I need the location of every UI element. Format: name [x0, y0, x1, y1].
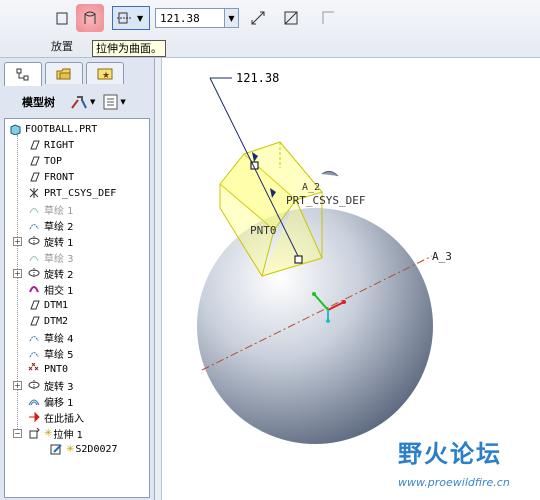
revolve-icon	[27, 266, 41, 280]
tree-item-s2d0027[interactable]: ✳ S2D0027	[49, 441, 149, 457]
tree-item-offset-1[interactable]: 偏移 1	[27, 393, 149, 409]
insert-arrow-icon	[27, 410, 41, 424]
datum-plane-icon	[27, 138, 41, 152]
axis-a3-label: A_3	[432, 250, 452, 263]
tree-item-sketch-4[interactable]: 草绘 4	[27, 329, 149, 345]
expand-toggle[interactable]: −	[13, 429, 22, 438]
depth-value[interactable]: 121.38	[156, 12, 224, 25]
extrude-icon	[27, 426, 41, 440]
svg-text:★: ★	[102, 71, 110, 81]
tree-item-revolve-3[interactable]: 旋转 3	[27, 377, 149, 393]
sketch-icon	[27, 218, 41, 232]
chevron-down-icon: ▼	[137, 13, 144, 23]
tree-item-sketch-2[interactable]: 草绘 2	[27, 217, 149, 233]
remove-material-icon	[284, 11, 298, 25]
tree-item-revolve-2[interactable]: 旋转 2	[27, 265, 149, 281]
tree-item-intersect-1[interactable]: 相交 1	[27, 281, 149, 297]
expand-toggle[interactable]: +	[13, 269, 22, 278]
tooltip: 拉伸为曲面。	[92, 40, 166, 57]
chevron-down-icon: ▼	[120, 98, 126, 106]
list-icon	[103, 94, 118, 110]
tree-item-root[interactable]: FOOTBALL.PRT	[8, 121, 148, 137]
tree-header: 模型树 ▼ ▼	[0, 88, 155, 116]
tree-guide-line	[17, 135, 18, 435]
sphere-cap	[321, 170, 339, 177]
surface-extrude-button[interactable]	[76, 4, 104, 32]
watermark-url: www.proewildfire.cn	[398, 476, 510, 489]
flip-direction-icon	[251, 11, 265, 25]
place-tab[interactable]: 放置	[51, 38, 73, 54]
tree-item-revolve-1[interactable]: 旋转 1	[27, 233, 149, 249]
model-tree-icon	[16, 68, 29, 80]
csys-label: PRT_CSYS_DEF	[286, 194, 365, 207]
expand-toggle[interactable]: +	[13, 381, 22, 390]
thicken-icon	[322, 11, 334, 24]
tree-item-extrude-1[interactable]: ✳ 拉伸 1	[27, 425, 149, 441]
panel-splitter[interactable]	[155, 58, 162, 500]
tree-item-sketch-3[interactable]: 草绘 3	[27, 249, 149, 265]
revolve-icon	[27, 378, 41, 392]
sketch-icon	[27, 330, 41, 344]
flip-direction-button[interactable]	[246, 6, 270, 30]
datum-plane-icon	[27, 154, 41, 168]
tree-item-csys[interactable]: PRT_CSYS_DEF	[27, 185, 149, 201]
folder-icon	[56, 68, 71, 79]
extrude-dashboard: ▼ 121.38 ▼ 放置 选项 属性 拉伸为曲面。	[0, 0, 540, 58]
intersect-icon	[27, 282, 41, 296]
tree-item-pnt0[interactable]: PNT0	[27, 361, 149, 377]
tree-item-dtm2[interactable]: DTM2	[27, 313, 149, 329]
expand-toggle[interactable]: +	[13, 237, 22, 246]
tools-icon	[71, 96, 87, 109]
datum-plane-icon	[27, 170, 41, 184]
sketch-edit-icon	[49, 442, 63, 456]
tree-item-front[interactable]: FRONT	[27, 169, 149, 185]
axis-a2-label: A_2	[302, 182, 320, 193]
drag-handle[interactable]	[294, 255, 303, 264]
show-menu-button[interactable]: ▼	[103, 94, 126, 110]
datum-plane-icon	[27, 298, 41, 312]
depth-type-button[interactable]: ▼	[112, 6, 150, 30]
model-tree: FOOTBALL.PRT RIGHT TOP FRONT PRT_CSYS_DE…	[4, 118, 150, 498]
coordinate-system-icon	[27, 186, 41, 200]
thicken-button[interactable]	[316, 6, 340, 30]
tree-item-dtm1[interactable]: DTM1	[27, 297, 149, 313]
tab-model-tree[interactable]	[4, 62, 42, 86]
navigator-tabs: ★	[4, 62, 127, 86]
sketch-icon	[27, 202, 41, 216]
tree-settings-button[interactable]: ▼	[69, 94, 95, 110]
depth-dimension-value[interactable]: 121.38	[236, 71, 279, 85]
point-label: PNT0	[250, 224, 277, 237]
solid-extrude-button[interactable]	[50, 6, 74, 30]
tab-favorites[interactable]: ★	[86, 62, 124, 84]
navigator-panel: ★ 模型树 ▼ ▼ FOOTBALL.PRT RIGHT TOP FRONT P…	[0, 58, 155, 500]
remove-material-button[interactable]	[279, 6, 303, 30]
revolve-icon	[27, 234, 41, 248]
tree-item-top[interactable]: TOP	[27, 153, 149, 169]
datum-point-icon	[27, 362, 41, 376]
depth-value-combo[interactable]: 121.38 ▼	[155, 8, 239, 28]
blind-depth-icon	[117, 12, 131, 24]
favorites-icon: ★	[97, 68, 113, 81]
watermark-text: 野火论坛	[398, 440, 502, 468]
sketch-icon	[27, 346, 41, 360]
star-icon: ✳	[66, 443, 75, 455]
offset-icon	[27, 394, 41, 408]
tab-folder-browser[interactable]	[45, 62, 83, 84]
tree-item-right[interactable]: RIGHT	[27, 137, 149, 153]
sketch-icon	[27, 250, 41, 264]
chevron-down-icon[interactable]: ▼	[224, 9, 238, 27]
chevron-down-icon: ▼	[90, 98, 96, 106]
tree-item-sketch-1[interactable]: 草绘 1	[27, 201, 149, 217]
tree-item-insert-here[interactable]: 在此插入	[27, 409, 149, 425]
model-tree-title: 模型树	[22, 96, 55, 109]
part-icon	[8, 122, 22, 136]
star-icon: ✳	[44, 427, 53, 439]
tree-item-sketch-5[interactable]: 草绘 5	[27, 345, 149, 361]
datum-plane-icon	[27, 314, 41, 328]
